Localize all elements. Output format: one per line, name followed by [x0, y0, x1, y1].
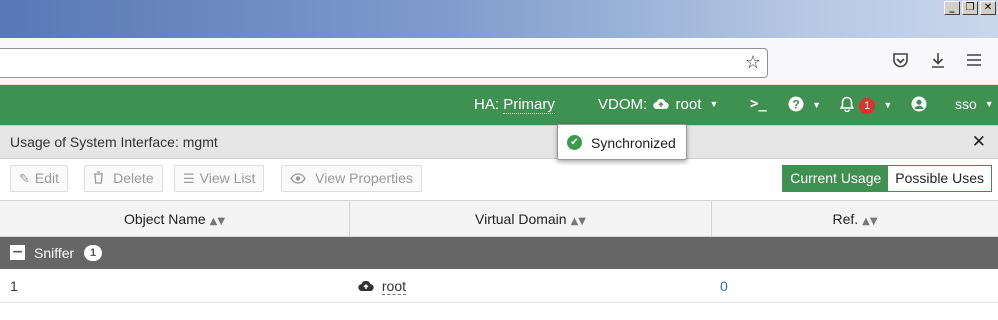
group-label: Sniffer [34, 245, 75, 261]
chevron-down-icon: ▼ [984, 99, 994, 109]
window-title-bar: _ ❐ ✕ [0, 0, 998, 38]
view-properties-button[interactable]: View Properties [281, 165, 422, 192]
cloud-icon [651, 96, 675, 113]
close-icon[interactable]: ✕ [972, 132, 986, 152]
help-icon: ? [788, 96, 808, 114]
address-bar[interactable]: ☆ [0, 48, 768, 78]
help-menu[interactable]: ? ▼ [788, 96, 821, 114]
user-name: sso [955, 96, 977, 112]
dialog-header: Usage of System Interface: mgmt ✕ [0, 125, 998, 159]
edit-label: Edit [34, 170, 60, 186]
user-menu[interactable]: sso ▼ [955, 96, 994, 112]
view-properties-label: View Properties [315, 170, 413, 186]
fortigate-header: HA: Primary VDOM: root ▼ >_ ? ▼ 1 ▼ sso … [0, 85, 998, 125]
dialog-title: Usage of System Interface: mgmt [10, 134, 218, 150]
group-row-sniffer[interactable]: − Sniffer 1 [0, 237, 998, 269]
toast-text: Synchronized [591, 135, 676, 151]
table-row[interactable]: 1 root 0 [0, 269, 998, 303]
chevron-down-icon: ▼ [883, 100, 893, 110]
download-icon[interactable] [930, 52, 946, 73]
view-list-label: View List [199, 170, 256, 186]
sort-icon: ▲▼ [209, 216, 226, 227]
minimize-button[interactable]: _ [944, 1, 960, 15]
collapse-icon[interactable]: − [10, 245, 25, 260]
column-object-name[interactable]: Object Name ▲▼ [0, 201, 350, 237]
group-count-badge: 1 [84, 245, 102, 261]
trash-icon [93, 171, 108, 187]
user-avatar-icon[interactable] [911, 96, 927, 114]
bell-icon [839, 96, 858, 114]
virtual-domain-cell: root [358, 278, 407, 295]
notifications-menu[interactable]: 1 ▼ [839, 96, 893, 114]
eye-icon [290, 172, 310, 187]
list-icon: ☰ [183, 172, 195, 187]
sync-toast: ✔ Synchronized [557, 124, 687, 160]
cli-console-icon[interactable]: >_ [750, 96, 767, 112]
current-usage-tab[interactable]: Current Usage [783, 166, 889, 191]
close-window-button[interactable]: ✕ [980, 1, 996, 15]
bookmark-star-icon[interactable]: ☆ [745, 52, 761, 73]
hamburger-menu-icon[interactable] [966, 52, 982, 72]
pocket-icon[interactable] [892, 52, 909, 73]
edit-button[interactable]: ✎ Edit [10, 165, 69, 192]
ha-status[interactable]: HA: Primary [474, 96, 555, 114]
vdom-selector[interactable]: VDOM: root ▼ [598, 96, 718, 113]
column-virtual-domain-label: Virtual Domain [475, 211, 567, 227]
sort-icon: ▲▼ [570, 216, 586, 227]
column-ref-label: Ref. [832, 211, 859, 227]
ref-count-link[interactable]: 0 [720, 278, 728, 294]
chevron-down-icon: ▼ [709, 99, 719, 109]
window-controls: _ ❐ ✕ [944, 1, 996, 15]
check-circle-icon: ✔ [567, 135, 582, 150]
column-virtual-domain[interactable]: Virtual Domain ▲▼ [350, 201, 712, 237]
chevron-down-icon: ▼ [812, 100, 822, 110]
browser-toolbar: ☆ [0, 38, 998, 85]
possible-uses-tab[interactable]: Possible Uses [888, 166, 991, 191]
virtual-domain-value: root [381, 278, 407, 295]
column-object-name-label: Object Name [123, 211, 206, 227]
pencil-icon: ✎ [19, 172, 30, 187]
ha-value: Primary [503, 96, 555, 114]
notification-count-badge: 1 [859, 98, 876, 114]
view-list-button[interactable]: ☰ View List [174, 165, 265, 192]
restore-button[interactable]: ❐ [962, 1, 978, 15]
delete-label: Delete [113, 170, 154, 186]
object-name-cell: 1 [10, 278, 18, 294]
cloud-icon [358, 278, 382, 294]
table-header: Object Name ▲▼ Virtual Domain ▲▼ Ref. ▲▼ [0, 200, 998, 237]
vdom-label: VDOM: [598, 96, 648, 113]
usage-toggle: Current Usage Possible Uses [782, 165, 992, 192]
vdom-value: root [675, 96, 702, 113]
delete-button[interactable]: Delete [84, 165, 163, 192]
sort-icon: ▲▼ [862, 216, 878, 227]
column-ref[interactable]: Ref. ▲▼ [712, 201, 998, 237]
ha-label: HA: [474, 96, 500, 113]
dialog-toolbar: ✎ Edit Delete ☰ View List View Properties … [0, 159, 998, 200]
svg-text:?: ? [792, 98, 799, 112]
